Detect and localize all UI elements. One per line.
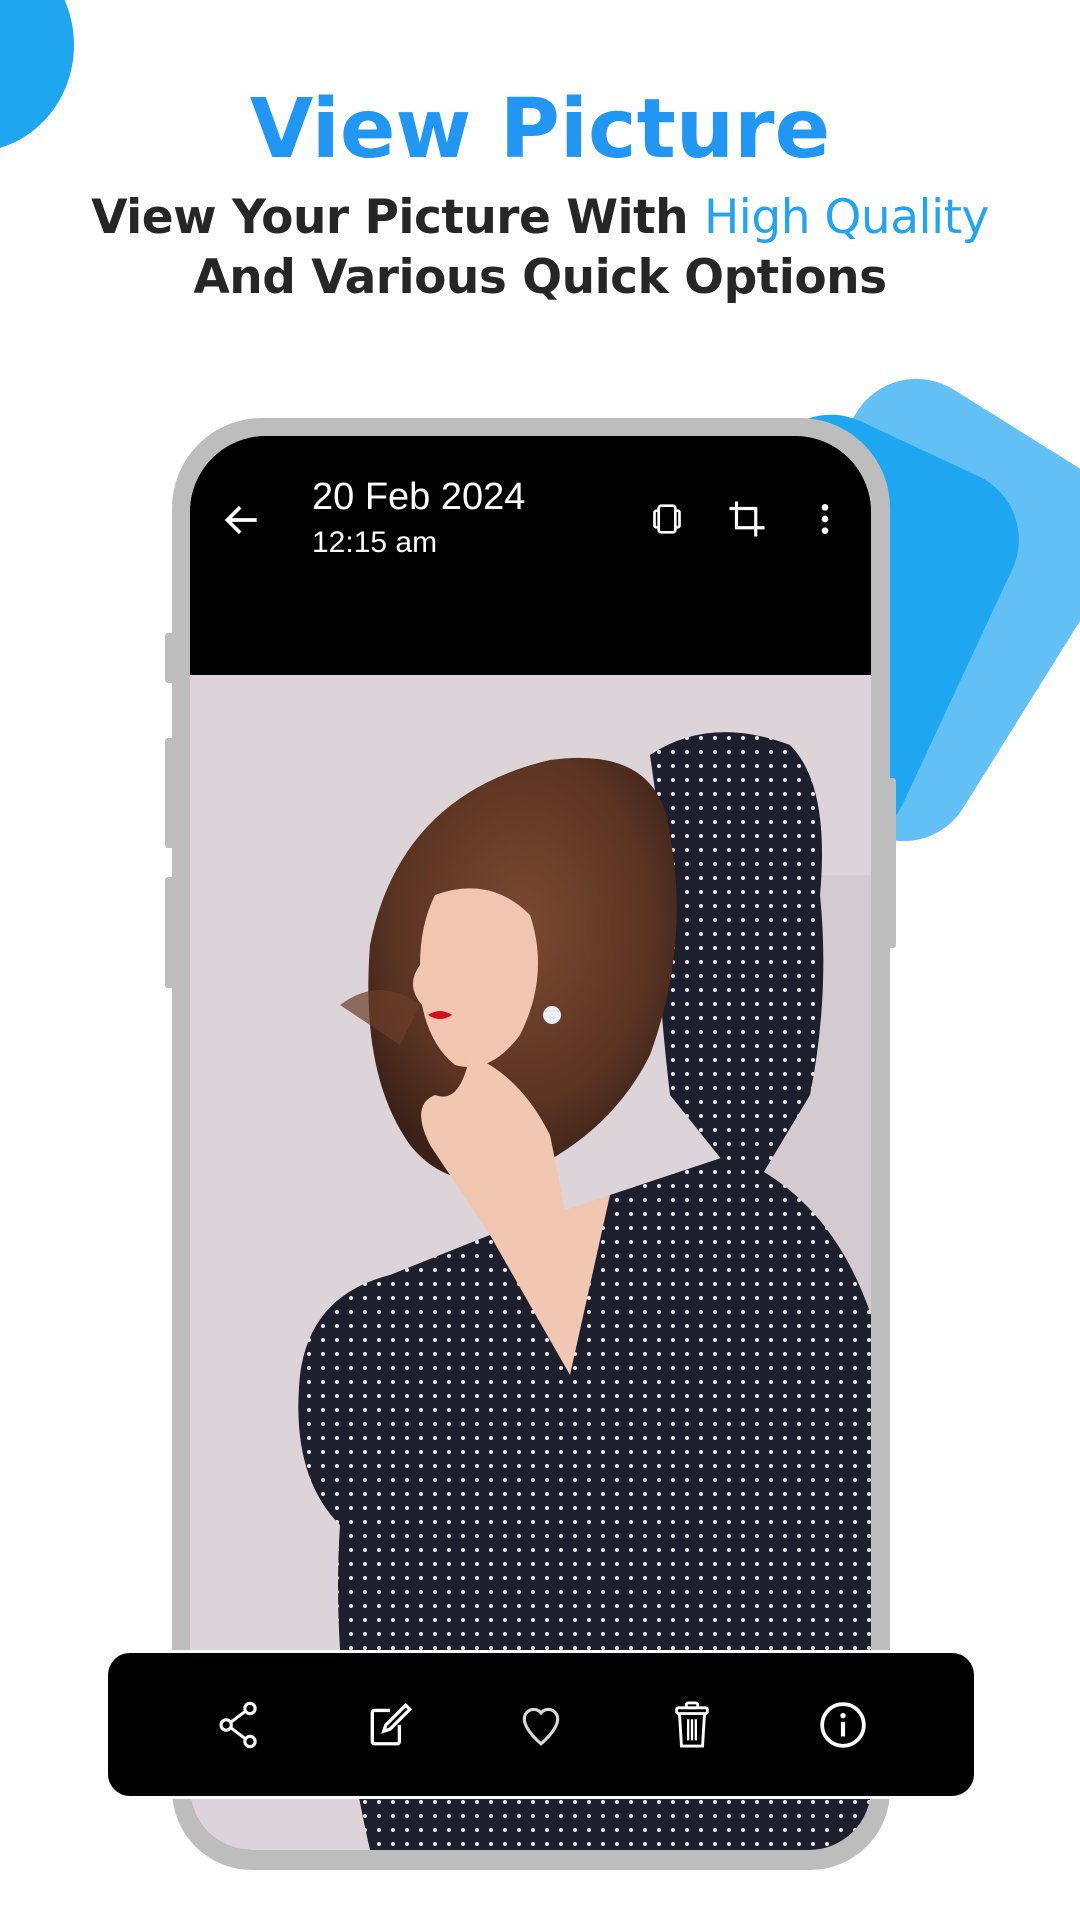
favorite-icon (522, 1707, 560, 1746)
subtitle-highlight: High Quality (703, 190, 989, 245)
crop-icon (729, 501, 765, 537)
subtitle-line2: And Various Quick Options (193, 250, 887, 305)
back-arrow-icon (224, 505, 257, 535)
info-button[interactable] (813, 1695, 873, 1755)
page-subtitle: View Your Picture With High Quality And … (0, 188, 1080, 308)
photo-date: 20 Feb 2024 (312, 476, 526, 518)
slideshow-button[interactable] (642, 494, 692, 544)
edit-button[interactable] (360, 1695, 420, 1755)
bottom-action-bar (108, 1653, 974, 1796)
share-icon (219, 1701, 257, 1748)
edit-icon (370, 1702, 412, 1745)
phone-screen: 20 Feb 2024 12:15 am (190, 436, 871, 1850)
delete-icon (675, 1701, 709, 1748)
more-options-button[interactable] (800, 494, 850, 544)
viewer-app-bar: 20 Feb 2024 12:15 am (190, 436, 871, 675)
favorite-button[interactable] (511, 1695, 571, 1755)
share-button[interactable] (209, 1695, 269, 1755)
crop-button[interactable] (722, 494, 772, 544)
page-title: View Picture (249, 82, 831, 177)
photo-time: 12:15 am (312, 526, 438, 559)
back-button[interactable] (220, 498, 264, 542)
subtitle-text: View Your Picture With (91, 190, 704, 245)
info-icon (820, 1701, 867, 1748)
delete-button[interactable] (662, 1695, 722, 1755)
more-vert-icon (821, 504, 829, 534)
slideshow-icon (653, 504, 681, 534)
